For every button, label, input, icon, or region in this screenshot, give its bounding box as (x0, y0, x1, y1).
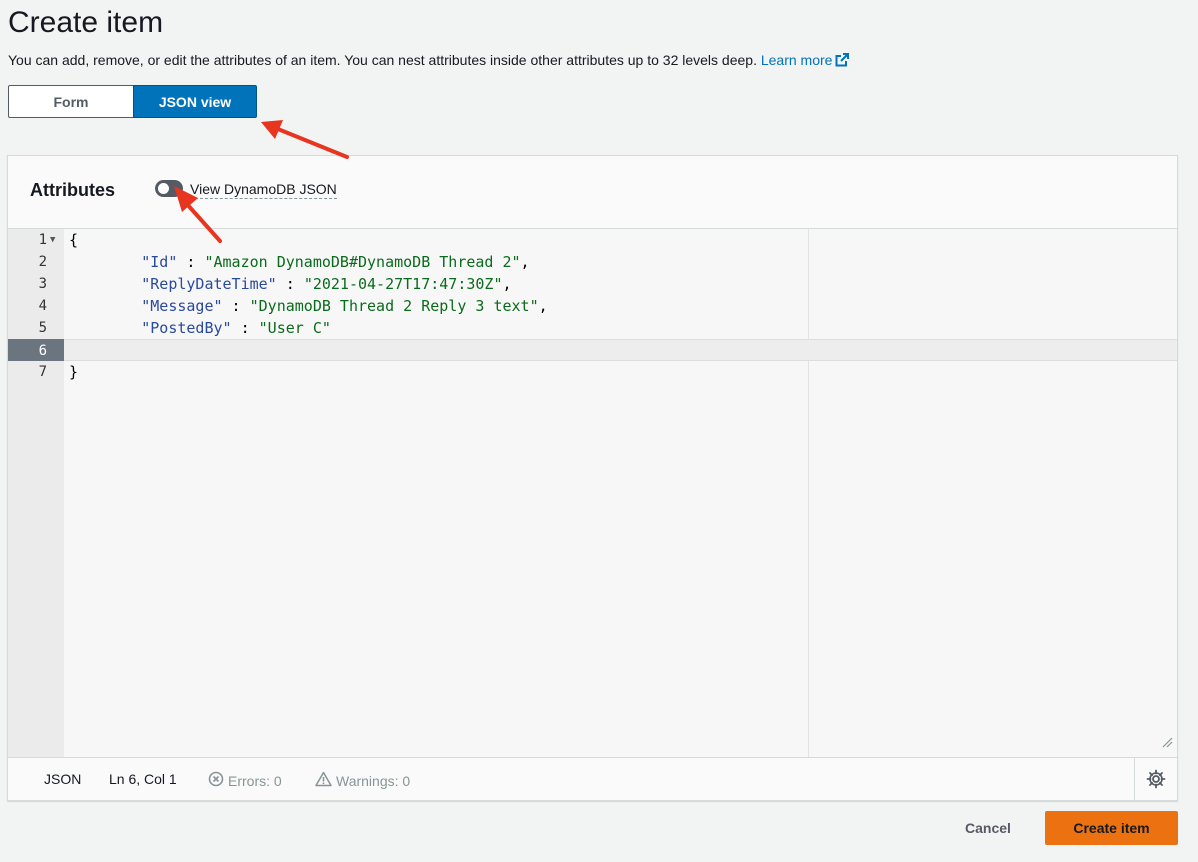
json-separator: : (231, 319, 259, 337)
attributes-panel: Attributes View DynamoDB JSON 1 ▼ { 2 "I… (7, 155, 1178, 801)
description-text: You can add, remove, or edit the attribu… (8, 52, 757, 68)
attributes-panel-header: Attributes View DynamoDB JSON (8, 156, 1177, 228)
json-separator: : (276, 275, 304, 293)
page-description: You can add, remove, or edit the attribu… (8, 50, 850, 72)
warning-icon (315, 771, 332, 790)
line-number: 6 (38, 343, 47, 359)
code-line: 5 "PostedBy" : "User C" (8, 317, 1177, 339)
code-line: 7 } (8, 361, 1177, 383)
view-dynamodb-json-label[interactable]: View DynamoDB JSON (190, 181, 337, 199)
tab-json-view[interactable]: JSON view (133, 85, 257, 118)
json-value: "DynamoDB Thread 2 Reply 3 text" (249, 297, 539, 315)
json-value: "User C" (258, 319, 331, 337)
code-line: 2 "Id" : "Amazon DynamoDB#DynamoDB Threa… (8, 251, 1177, 273)
status-errors[interactable]: Errors: 0 (208, 771, 282, 790)
resize-handle-icon[interactable] (1162, 735, 1173, 753)
active-code-line: 6 (8, 339, 1177, 361)
code-line: 1 ▼ { (8, 229, 1177, 251)
toggle-knob (158, 183, 169, 194)
learn-more-label: Learn more (760, 52, 833, 68)
line-number: 1 (38, 232, 47, 248)
external-link-icon (835, 52, 850, 72)
page-title: Create item (8, 6, 164, 39)
line-number: 3 (38, 276, 47, 292)
code-brace: } (69, 363, 79, 381)
create-item-button[interactable]: Create item (1045, 811, 1178, 845)
status-warnings[interactable]: Warnings: 0 (315, 771, 410, 790)
error-icon (208, 771, 224, 790)
json-value: "2021-04-27T17:47:30Z" (303, 275, 503, 293)
code-line: 3 "ReplyDateTime" : "2021-04-27T17:47:30… (8, 273, 1177, 295)
view-mode-segmented-control: Form JSON view (8, 85, 257, 120)
json-comma: , (520, 253, 530, 271)
errors-count: Errors: 0 (228, 772, 282, 789)
code-line: 4 "Message" : "DynamoDB Thread 2 Reply 3… (8, 295, 1177, 317)
editor-status-bar: JSON Ln 6, Col 1 Errors: 0 Warnings: 0 (8, 757, 1177, 801)
json-separator: : (177, 253, 205, 271)
json-key: "Message" (141, 297, 223, 315)
json-key: "PostedBy" (141, 319, 232, 337)
status-language: JSON (44, 771, 82, 787)
attributes-heading: Attributes (30, 180, 115, 200)
json-code-editor[interactable]: 1 ▼ { 2 "Id" : "Amazon DynamoDB#DynamoDB… (8, 228, 1177, 758)
settings-gear-icon[interactable] (1146, 769, 1166, 792)
fold-arrow-icon[interactable]: ▼ (50, 229, 55, 251)
json-comma: , (502, 275, 512, 293)
status-cursor-position: Ln 6, Col 1 (109, 771, 177, 787)
json-key: "ReplyDateTime" (141, 275, 277, 293)
line-number: 4 (38, 298, 47, 314)
json-separator: : (222, 297, 250, 315)
json-key: "Id" (141, 253, 178, 271)
json-value: "Amazon DynamoDB#DynamoDB Thread 2" (204, 253, 521, 271)
line-number: 2 (38, 254, 47, 270)
status-divider (1134, 757, 1135, 801)
view-dynamodb-json-toggle[interactable] (155, 180, 183, 197)
learn-more-link[interactable]: Learn more (761, 52, 850, 68)
warnings-count: Warnings: 0 (336, 772, 411, 789)
code-brace: { (69, 231, 79, 249)
cancel-button[interactable]: Cancel (943, 811, 1033, 845)
json-comma: , (538, 297, 548, 315)
line-number: 5 (38, 320, 47, 336)
line-number: 7 (38, 364, 47, 380)
tab-form[interactable]: Form (8, 85, 134, 118)
